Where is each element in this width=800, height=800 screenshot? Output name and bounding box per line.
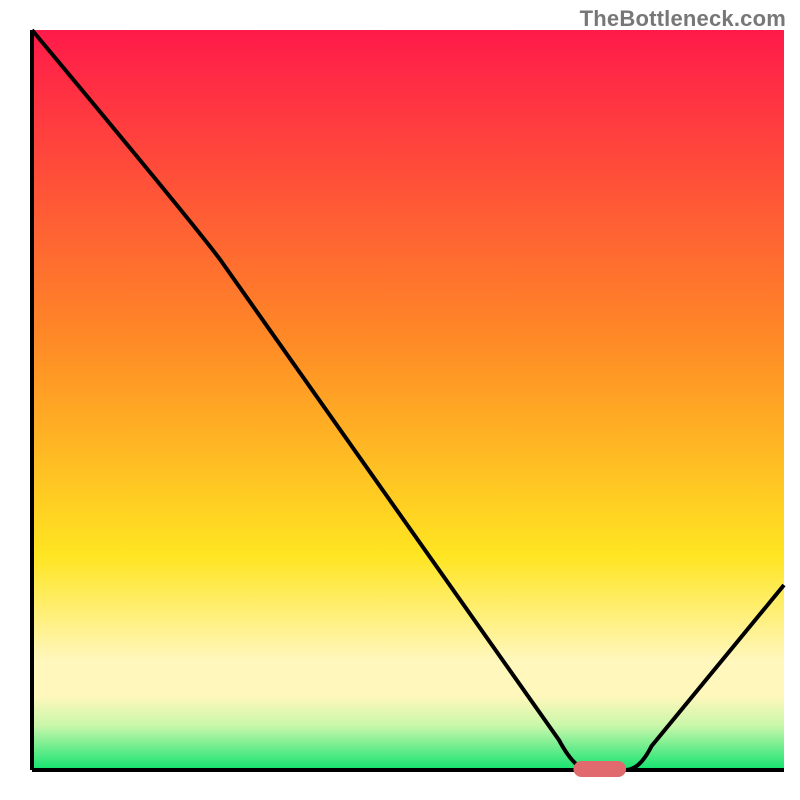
chart-plot bbox=[0, 0, 800, 800]
gradient-backdrop bbox=[32, 30, 784, 770]
watermark-text: TheBottleneck.com bbox=[580, 6, 786, 32]
optimal-marker bbox=[573, 761, 626, 777]
bottleneck-chart: TheBottleneck.com bbox=[0, 0, 800, 800]
